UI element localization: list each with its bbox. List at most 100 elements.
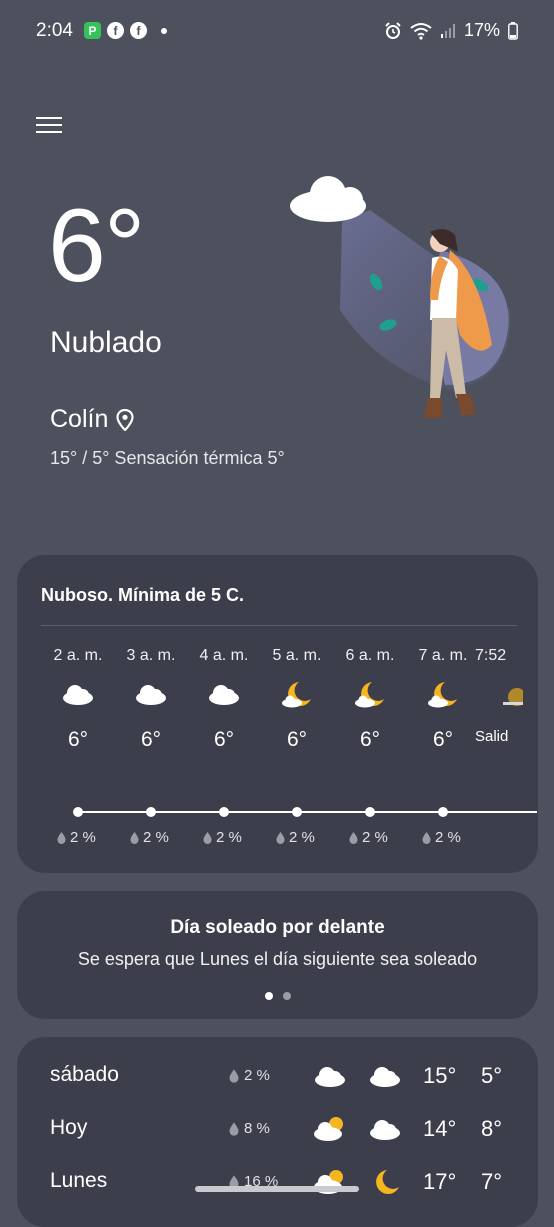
forecast-insight-card[interactable]: Día soleado por delante Se espera que Lu…: [17, 891, 538, 1019]
cloud-icon: [370, 1120, 400, 1140]
raindrop-icon: [229, 1121, 239, 1136]
raindrop-icon: [130, 831, 139, 844]
precip-chance: 2 %: [422, 829, 461, 846]
day-low: 8°: [481, 1116, 503, 1141]
day-high: 14°: [423, 1116, 457, 1141]
raindrop-icon: [276, 831, 285, 844]
location-pin-icon: [116, 408, 134, 431]
current-temperature: 6°: [48, 188, 145, 304]
page-dot-active[interactable]: [264, 992, 273, 1000]
daily-row[interactable]: Hoy 8 % 14° 8°: [17, 1110, 538, 1150]
hour-temp: 6°: [286, 728, 308, 751]
cloud-icon: [209, 685, 239, 705]
precip-chance: 2 %: [203, 829, 242, 846]
insight-subtitle: Se espera que Lunes el día siguiente sea…: [77, 949, 478, 969]
cloud-icon: [63, 685, 93, 705]
hour-time: 5 a. m.: [272, 647, 322, 664]
daily-row[interactable]: sábado 2 % 15° 5°: [17, 1057, 538, 1097]
hour-column[interactable]: 7 a. m. 6°: [410, 647, 476, 752]
location[interactable]: Colín: [50, 405, 134, 434]
page-dot[interactable]: [282, 992, 291, 1000]
hour-time: 3 a. m.: [126, 647, 176, 664]
divider: [41, 625, 517, 626]
menu-icon: [36, 117, 62, 119]
hourly-forecast-card[interactable]: Nuboso. Mínima de 5 C. 2 a. m. 6° 3 a. m…: [17, 555, 538, 873]
moon-icon: [376, 1170, 399, 1194]
moon-cloud-icon: [428, 682, 457, 708]
precip-chance: 2 %: [57, 829, 96, 846]
cloud-icon: [315, 1067, 345, 1087]
moon-cloud-icon: [355, 682, 384, 708]
sunrise-icon: [503, 688, 526, 706]
hour-temp: 6°: [432, 728, 454, 751]
day-name: sábado: [50, 1063, 119, 1086]
timeline-dot: [219, 807, 229, 817]
day-high: 17°: [423, 1169, 457, 1194]
raindrop-icon: [349, 831, 358, 844]
menu-button[interactable]: [36, 112, 62, 138]
cloud-icon: [370, 1067, 400, 1087]
notification-dot: [161, 27, 167, 34]
pago-app-icon: P: [84, 22, 101, 39]
system-icons: 17%: [384, 20, 518, 41]
sun-cloud-icon: [314, 1170, 343, 1194]
raindrop-icon: [229, 1068, 239, 1083]
current-condition: Nublado: [50, 326, 162, 359]
hour-temp: 6°: [213, 728, 235, 751]
hour-column[interactable]: 4 a. m. 6°: [191, 647, 257, 752]
sunrise-label: Salid: [475, 728, 509, 745]
timeline-dot: [365, 807, 375, 817]
facebook-icon: f: [130, 22, 147, 39]
precip-chance: 2 %: [349, 829, 388, 846]
location-name: Colín: [50, 405, 109, 433]
hour-time: 4 a. m.: [199, 647, 249, 664]
day-high: 15°: [423, 1063, 457, 1088]
day-name: Lunes: [50, 1169, 108, 1192]
signal-icon: [440, 23, 455, 38]
day-precip: 8 %: [229, 1120, 270, 1137]
timeline-dot: [292, 807, 302, 817]
facebook-icon: f: [107, 22, 124, 39]
precip-chance: 2 %: [276, 829, 315, 846]
day-precip: 2 %: [229, 1067, 270, 1084]
raindrop-icon: [203, 831, 212, 844]
hour-column[interactable]: 2 a. m. 6°: [45, 647, 111, 752]
battery-icon: [508, 21, 518, 40]
day-low: 7°: [481, 1169, 503, 1194]
cloud-icon: [136, 685, 166, 705]
raindrop-icon: [57, 831, 66, 844]
hour-temp: 6°: [67, 728, 89, 751]
hour-time: 6 a. m.: [345, 647, 395, 664]
day-low: 5°: [481, 1063, 503, 1088]
raindrop-icon: [422, 831, 431, 844]
status-bar: 2:04 P f f 17%: [0, 0, 554, 64]
precip-chance: 2 %: [130, 829, 169, 846]
sun-cloud-icon: [314, 1117, 343, 1141]
hour-column-sunrise[interactable]: 7:52 Salid: [475, 647, 535, 745]
home-indicator[interactable]: [195, 1186, 359, 1192]
timeline-dot: [438, 807, 448, 817]
min-max-feels-like: 15° / 5° Sensación térmica 5°: [50, 448, 285, 468]
status-time: 2:04: [36, 20, 73, 41]
timeline-dot: [146, 807, 156, 817]
page-indicator[interactable]: [17, 992, 538, 1000]
weather-illustration: [290, 176, 511, 418]
daily-row[interactable]: Lunes 16 % 17° 7°: [17, 1163, 538, 1203]
hour-temp: 6°: [359, 728, 381, 751]
day-name: Hoy: [50, 1116, 88, 1139]
cloud-graphic: [290, 176, 366, 222]
hour-temp: 6°: [140, 728, 162, 751]
hour-column[interactable]: 3 a. m. 6°: [118, 647, 184, 752]
wifi-icon: [410, 22, 432, 40]
hour-time: 2 a. m.: [53, 647, 103, 664]
hour-column[interactable]: 5 a. m. 6°: [264, 647, 330, 752]
moon-cloud-icon: [282, 682, 311, 708]
alarm-icon: [385, 21, 401, 39]
hour-time: 7 a. m.: [418, 647, 468, 664]
timeline-dot: [73, 807, 83, 817]
insight-title: Día soleado por delante: [170, 917, 385, 938]
hour-column[interactable]: 6 a. m. 6°: [337, 647, 403, 752]
daily-forecast-card[interactable]: sábado 2 % 15° 5° Hoy 8 % 14° 8° Lunes 1…: [17, 1037, 538, 1227]
battery-percent: 17%: [463, 20, 500, 40]
notification-icons: P f f: [84, 22, 167, 39]
